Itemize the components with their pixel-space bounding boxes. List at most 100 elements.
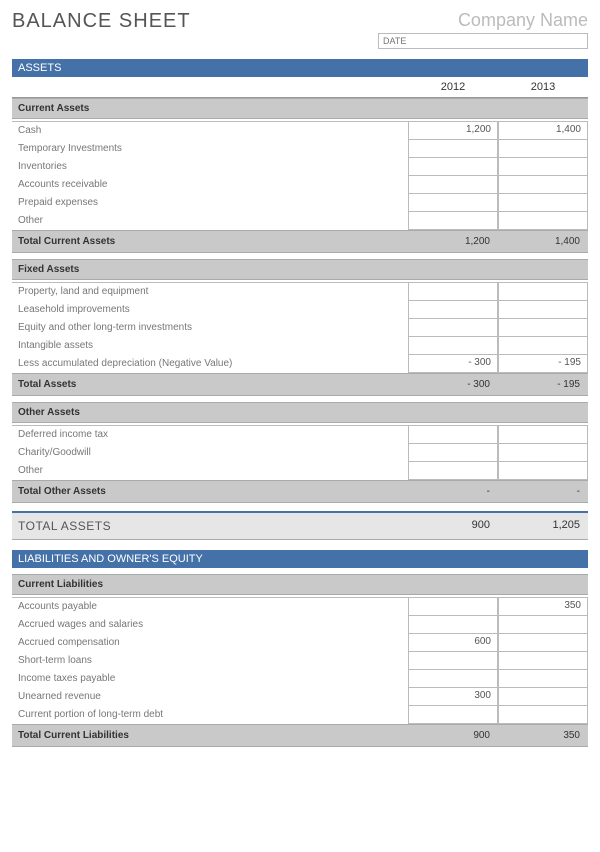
table-row: Inventories	[12, 158, 588, 176]
row-label: Current portion of long-term debt	[12, 706, 408, 724]
cell-y2[interactable]	[498, 212, 588, 230]
company-name-placeholder: Company Name	[378, 10, 588, 31]
row-label: Accounts receivable	[12, 176, 408, 194]
cell-y2[interactable]	[498, 616, 588, 634]
cell-y1[interactable]	[408, 426, 498, 444]
section-assets-header: ASSETS	[12, 59, 588, 77]
cell-y2[interactable]	[498, 301, 588, 319]
cell-y2[interactable]: 1,400	[498, 122, 588, 140]
row-label: Cash	[12, 122, 408, 140]
year-row: 2012 2013	[12, 77, 588, 98]
total-current-liabilities: Total Current Liabilities 900 350	[12, 724, 588, 747]
cell-y1[interactable]	[408, 652, 498, 670]
row-label: Income taxes payable	[12, 670, 408, 688]
fixed-assets-rows: Property, land and equipmentLeasehold im…	[12, 282, 588, 373]
table-row: Accrued compensation600	[12, 634, 588, 652]
cell-y2[interactable]	[498, 319, 588, 337]
header: BALANCE SHEET Company Name	[12, 10, 588, 49]
cell-y2[interactable]	[498, 444, 588, 462]
table-row: Income taxes payable	[12, 670, 588, 688]
total-current-assets: Total Current Assets 1,200 1,400	[12, 230, 588, 253]
table-row: Prepaid expenses	[12, 194, 588, 212]
cell-y1[interactable]	[408, 301, 498, 319]
cell-y2[interactable]	[498, 176, 588, 194]
table-row: Other	[12, 462, 588, 480]
row-label: Property, land and equipment	[12, 283, 408, 301]
cell-y1[interactable]	[408, 158, 498, 176]
row-label: Accrued compensation	[12, 634, 408, 652]
row-label: Accrued wages and salaries	[12, 616, 408, 634]
total-other-assets: Total Other Assets - -	[12, 480, 588, 503]
cell-y1[interactable]: 1,200	[408, 122, 498, 140]
total-fixed-assets: Total Assets - 300 - 195	[12, 373, 588, 396]
cell-y2[interactable]	[498, 634, 588, 652]
cell-y1[interactable]	[408, 140, 498, 158]
fixed-assets-header: Fixed Assets	[12, 259, 588, 280]
row-label: Other	[12, 462, 408, 480]
cell-y1[interactable]	[408, 283, 498, 301]
cell-y2[interactable]: 350	[498, 598, 588, 616]
cell-y2[interactable]	[498, 670, 588, 688]
row-label: Less accumulated depreciation (Negative …	[12, 355, 408, 373]
table-row: Property, land and equipment	[12, 283, 588, 301]
cell-y1[interactable]	[408, 212, 498, 230]
row-label: Unearned revenue	[12, 688, 408, 706]
cell-y2[interactable]	[498, 426, 588, 444]
row-label: Temporary Investments	[12, 140, 408, 158]
table-row: Current portion of long-term debt	[12, 706, 588, 724]
cell-y1[interactable]	[408, 337, 498, 355]
row-label: Deferred income tax	[12, 426, 408, 444]
table-row: Other	[12, 212, 588, 230]
cell-y1[interactable]	[408, 706, 498, 724]
row-label: Leasehold improvements	[12, 301, 408, 319]
table-row: Leasehold improvements	[12, 301, 588, 319]
cell-y2[interactable]	[498, 140, 588, 158]
row-label: Inventories	[12, 158, 408, 176]
cell-y2[interactable]: - 195	[498, 355, 588, 373]
total-assets-row: TOTAL ASSETS 900 1,205	[12, 511, 588, 540]
table-row: Intangible assets	[12, 337, 588, 355]
section-liabilities-header: LIABILITIES AND OWNER'S EQUITY	[12, 550, 588, 568]
table-row: Less accumulated depreciation (Negative …	[12, 355, 588, 373]
table-row: Charity/Goodwill	[12, 444, 588, 462]
table-row: Temporary Investments	[12, 140, 588, 158]
other-assets-rows: Deferred income taxCharity/GoodwillOther	[12, 425, 588, 480]
cell-y2[interactable]	[498, 706, 588, 724]
cell-y2[interactable]	[498, 462, 588, 480]
cell-y2[interactable]	[498, 688, 588, 706]
cell-y1[interactable]	[408, 444, 498, 462]
cell-y2[interactable]	[498, 158, 588, 176]
row-label: Short-term loans	[12, 652, 408, 670]
cell-y1[interactable]	[408, 616, 498, 634]
table-row: Deferred income tax	[12, 426, 588, 444]
row-label: Other	[12, 212, 408, 230]
cell-y2[interactable]	[498, 652, 588, 670]
date-input[interactable]	[378, 33, 588, 49]
cell-y1[interactable]: - 300	[408, 355, 498, 373]
cell-y1[interactable]	[408, 598, 498, 616]
current-assets-rows: Cash1,2001,400 Temporary InvestmentsInven…	[12, 121, 588, 230]
cell-y1[interactable]	[408, 670, 498, 688]
cell-y1[interactable]: 600	[408, 634, 498, 652]
cell-y1[interactable]	[408, 462, 498, 480]
table-row: Short-term loans	[12, 652, 588, 670]
table-row: Unearned revenue300	[12, 688, 588, 706]
cell-y2[interactable]	[498, 337, 588, 355]
other-assets-header: Other Assets	[12, 402, 588, 423]
row-label: Intangible assets	[12, 337, 408, 355]
table-row: Accrued wages and salaries	[12, 616, 588, 634]
year-2: 2013	[498, 81, 588, 93]
table-row: Equity and other long-term investments	[12, 319, 588, 337]
cell-y2[interactable]	[498, 283, 588, 301]
cell-y1[interactable]: 300	[408, 688, 498, 706]
cell-y1[interactable]	[408, 319, 498, 337]
current-assets-header: Current Assets	[12, 98, 588, 119]
page-title: BALANCE SHEET	[12, 10, 191, 33]
year-1: 2012	[408, 81, 498, 93]
row-label: Accounts payable	[12, 598, 408, 616]
cell-y2[interactable]	[498, 194, 588, 212]
table-row: Accounts receivable	[12, 176, 588, 194]
cell-y1[interactable]	[408, 176, 498, 194]
table-row: Accounts payable 350	[12, 598, 588, 616]
cell-y1[interactable]	[408, 194, 498, 212]
